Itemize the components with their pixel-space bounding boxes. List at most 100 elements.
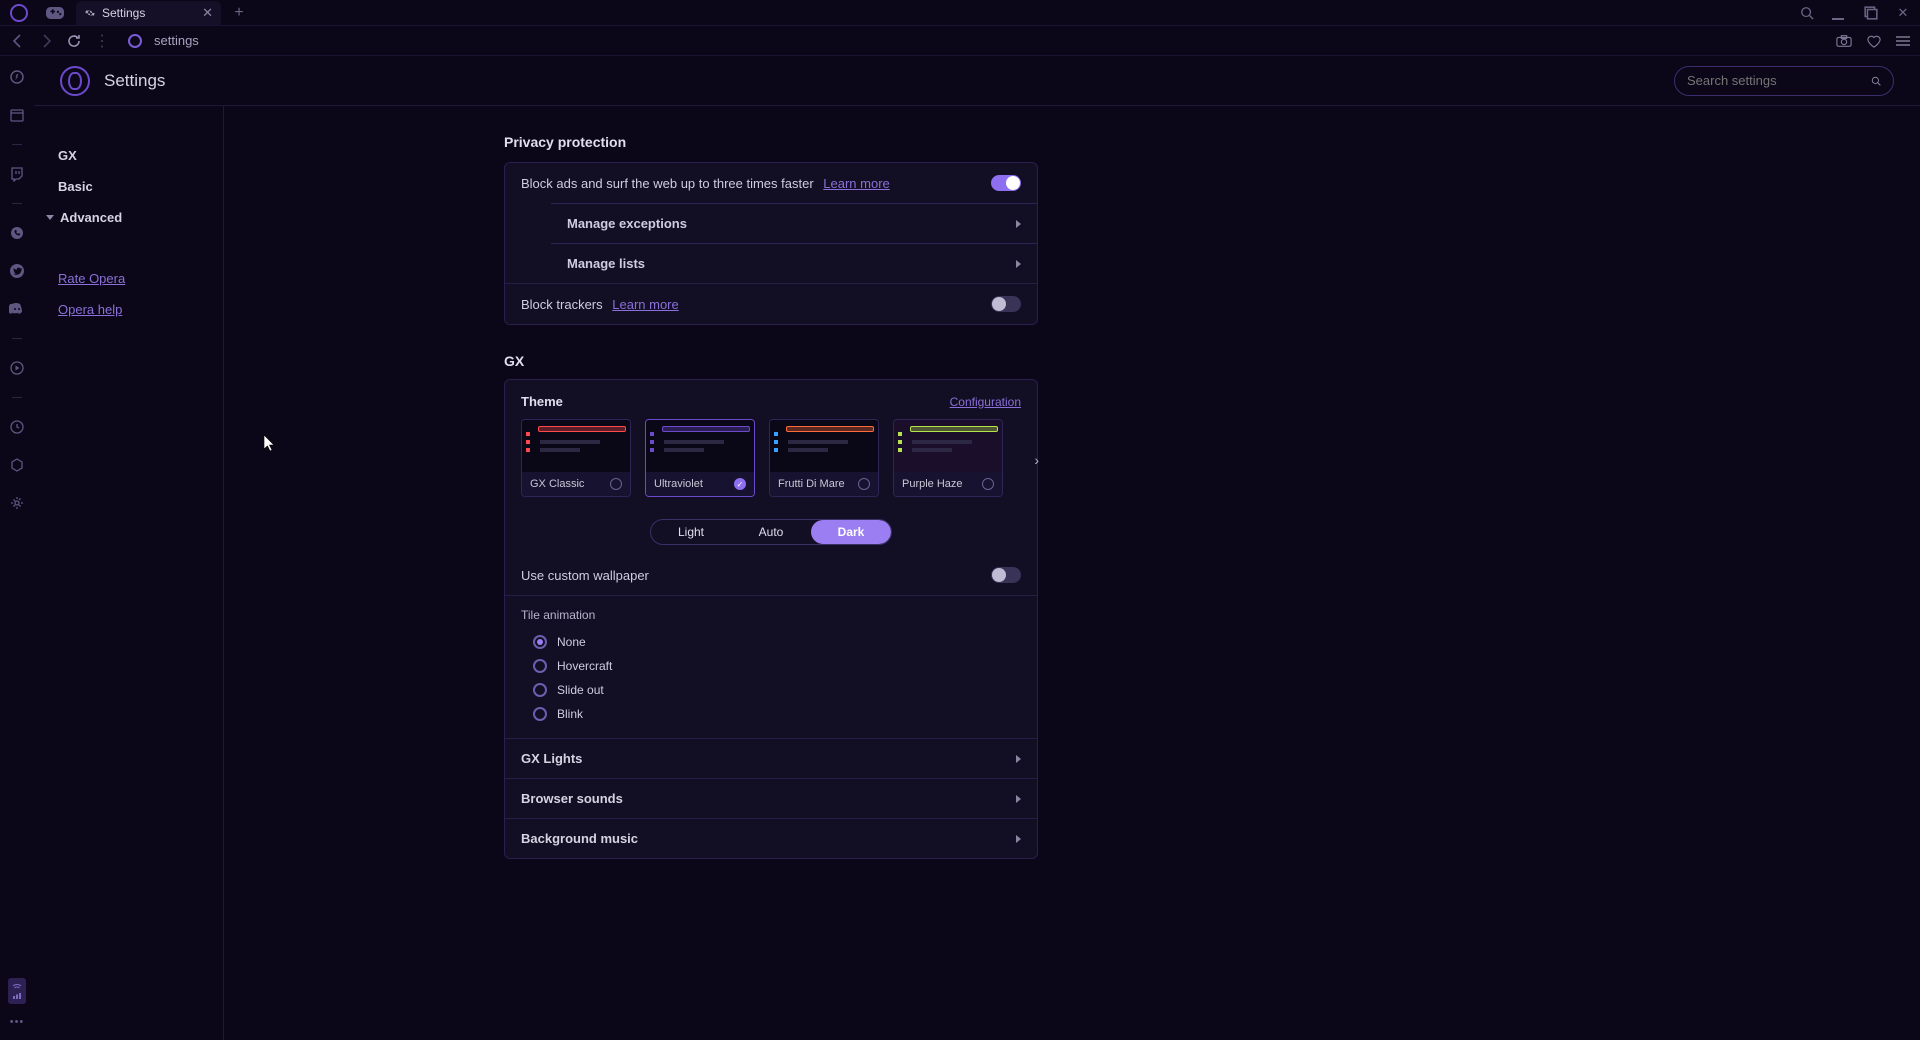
browser-sounds-label: Browser sounds [521,791,623,806]
link-learn-more-trackers[interactable]: Learn more [612,297,678,312]
theme-card-0[interactable]: GX Classic [521,419,631,497]
theme-radio[interactable] [734,478,746,490]
settings-icon[interactable] [8,494,26,512]
section-title-gx: GX [504,353,1880,369]
row-background-music[interactable]: Background music [505,818,1037,858]
row-manage-exceptions[interactable]: Manage exceptions [551,203,1037,243]
row-browser-sounds[interactable]: Browser sounds [505,778,1037,818]
radio-label: Blink [557,707,583,721]
player-icon[interactable] [8,359,26,377]
row-block-trackers: Block trackers Learn more [505,283,1037,324]
theme-card-2[interactable]: Frutti Di Mare [769,419,879,497]
sidebar-item-advanced[interactable]: Advanced [46,202,205,233]
theme-card-1[interactable]: Ultraviolet [645,419,755,497]
sidebar-app-rail: ••• [0,56,34,1040]
discord-icon[interactable] [8,300,26,318]
tile-anim-option-3[interactable]: Blink [533,702,1021,726]
close-tab-icon[interactable]: ✕ [202,5,213,21]
gx-games-icon[interactable] [46,6,64,20]
new-tab-button[interactable]: + [227,1,251,25]
link-configuration[interactable]: Configuration [950,395,1021,409]
connection-speed-icon[interactable] [8,978,26,1004]
snapshot-icon[interactable] [1836,34,1852,48]
chevron-right-icon [1016,835,1021,843]
mods-icon[interactable] [8,456,26,474]
rail-separator [12,397,22,398]
mode-auto-button[interactable]: Auto [731,520,811,544]
gx-lights-label: GX Lights [521,751,582,766]
tile-anim-option-2[interactable]: Slide out [533,678,1021,702]
themes-list: GX Classic Ultraviolet Frutti Di Mare [521,419,1021,497]
chevron-right-icon [1016,795,1021,803]
themes-next-button[interactable]: › [1034,452,1039,468]
block-ads-label: Block ads and surf the web up to three t… [521,176,814,191]
link-learn-more-ads[interactable]: Learn more [823,176,889,191]
sidebar-item-gx[interactable]: GX [58,140,205,171]
privacy-panel: Block ads and surf the web up to three t… [504,162,1038,325]
settings-sidebar: GX Basic Advanced Rate Opera Opera help [34,106,224,1040]
minimize-button[interactable] [1832,6,1846,20]
row-manage-lists[interactable]: Manage lists [551,243,1037,283]
mode-light-button[interactable]: Light [651,520,731,544]
manage-lists-label: Manage lists [567,256,645,271]
reload-button[interactable] [66,33,82,49]
theme-radio[interactable] [858,478,870,490]
theme-radio[interactable] [610,478,622,490]
row-block-ads: Block ads and surf the web up to three t… [505,163,1037,203]
chevron-right-icon [1016,260,1021,268]
link-opera-help[interactable]: Opera help [58,296,205,323]
gear-icon [84,7,96,19]
twitch-icon[interactable] [8,165,26,183]
radio-icon [533,635,547,649]
browser-tab[interactable]: Settings ✕ [76,1,221,25]
tile-anim-option-1[interactable]: Hovercraft [533,654,1021,678]
block-trackers-label: Block trackers [521,297,603,312]
forward-button[interactable] [38,33,54,49]
history-icon[interactable] [8,418,26,436]
main-content: Privacy protection Block ads and surf th… [224,106,1920,1040]
theme-radio[interactable] [982,478,994,490]
sidebar-item-basic[interactable]: Basic [58,171,205,202]
background-music-label: Background music [521,831,638,846]
back-button[interactable] [10,33,26,49]
heart-icon[interactable] [1866,34,1882,48]
opera-gx-icon[interactable] [10,4,28,22]
rail-separator [12,203,22,204]
radio-icon [533,683,547,697]
close-window-button[interactable]: ✕ [1896,6,1910,20]
row-gx-lights[interactable]: GX Lights [505,738,1037,778]
settings-header: Settings [34,56,1920,106]
search-input[interactable] [1687,73,1863,88]
maximize-button[interactable] [1864,6,1878,20]
theme-name: Frutti Di Mare [778,478,845,490]
gx-corner-icon[interactable] [8,68,26,86]
more-sidebar-icon[interactable]: ••• [10,1016,25,1028]
theme-name: Purple Haze [902,478,963,490]
toggle-custom-wallpaper[interactable] [991,567,1021,583]
theme-name: GX Classic [530,478,584,490]
sidebar-item-label: Advanced [60,210,122,225]
radio-icon [533,707,547,721]
radio-label: Hovercraft [557,659,612,673]
url-text[interactable]: settings [154,33,199,48]
calendar-icon[interactable] [8,106,26,124]
custom-wallpaper-label: Use custom wallpaper [521,568,991,583]
toggle-block-ads[interactable] [991,175,1021,191]
site-identity-icon[interactable] [128,34,142,48]
search-tabs-icon[interactable] [1800,6,1814,20]
tile-anim-option-0[interactable]: None [533,630,1021,654]
toggle-block-trackers[interactable] [991,296,1021,312]
gx-panel: Theme Configuration GX Classic Ultraviol… [504,379,1038,859]
theme-mode-segment: Light Auto Dark [505,505,1037,555]
twitter-icon[interactable] [8,262,26,280]
search-settings-field[interactable] [1674,66,1894,96]
whatsapp-icon[interactable] [8,224,26,242]
link-rate-opera[interactable]: Rate Opera [58,265,205,292]
rail-separator [12,338,22,339]
theme-card-3[interactable]: Purple Haze [893,419,1003,497]
easy-setup-icon[interactable] [1896,35,1910,47]
tab-title: Settings [102,6,145,20]
address-bar: ⋮ settings [0,26,1920,56]
titlebar: Settings ✕ + ✕ [0,0,1920,26]
mode-dark-button[interactable]: Dark [811,520,891,544]
